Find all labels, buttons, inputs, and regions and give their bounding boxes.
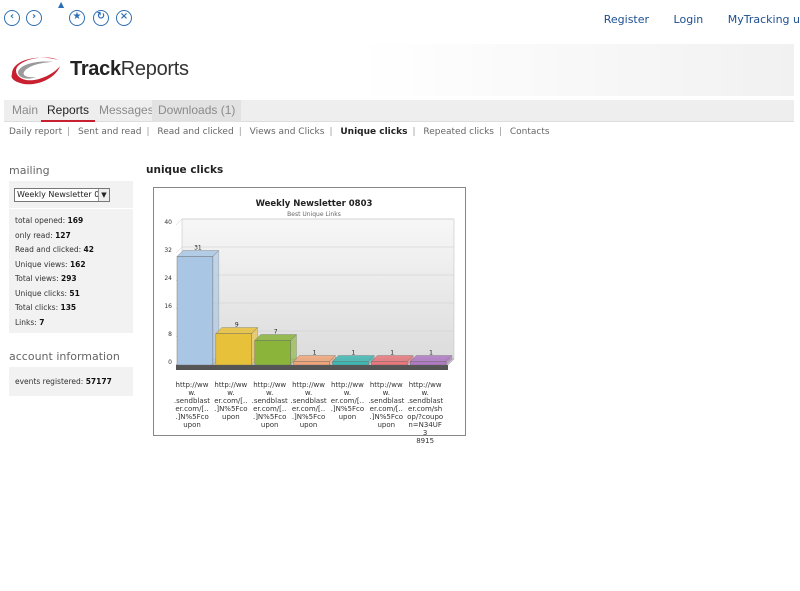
x-tick-label: http://www. er.com/[.. .]N%5Fco upon xyxy=(330,381,365,421)
mailing-title: mailing xyxy=(9,164,50,177)
caret-icon: ▲ xyxy=(58,0,65,9)
login-link[interactable]: Login xyxy=(674,13,704,26)
subnav-sent-and-read[interactable]: Sent and read xyxy=(78,127,141,137)
top-links: Register Login MyTracking u xyxy=(583,13,800,26)
grid-line xyxy=(175,246,183,254)
stat-unique-clicks: Unique clicks: 51 xyxy=(15,289,80,298)
bar-value-label: 1 xyxy=(351,350,355,357)
stat-read-and-clicked: Read and clicked: 42 xyxy=(15,245,94,254)
back-icon[interactable]: ‹ xyxy=(4,10,20,26)
y-tick-label: 8 xyxy=(168,331,172,338)
y-tick-label: 40 xyxy=(164,219,172,226)
report-subnav: Daily report | Sent and read | Read and cl… xyxy=(9,127,550,137)
bar xyxy=(409,361,447,366)
y-tick-label: 32 xyxy=(164,247,172,254)
bar-value-label: 1 xyxy=(313,350,317,357)
chart-title: Weekly Newsletter 0803 xyxy=(256,199,373,209)
bar xyxy=(293,361,330,366)
page-title: unique clicks xyxy=(146,164,224,176)
close-icon[interactable]: × xyxy=(116,10,132,26)
stat-total-views: Total views: 293 xyxy=(15,274,77,283)
bar xyxy=(176,256,214,366)
stat-total-clicks: Total clicks: 135 xyxy=(15,303,77,312)
mailing-select-value: Weekly Newsletter 0803 xyxy=(17,190,110,199)
tab-reports[interactable]: Reports xyxy=(41,100,96,122)
subnav-contacts[interactable]: Contacts xyxy=(510,127,550,137)
bar-value-label: 7 xyxy=(274,329,278,336)
subnav-views-and-clicks[interactable]: Views and Clicks xyxy=(250,127,325,137)
tab-downloads[interactable]: Downloads (1) xyxy=(152,100,242,122)
bar-value-label: 1 xyxy=(429,350,433,357)
stat-total-opened: total opened: 169 xyxy=(15,216,84,225)
y-tick-label: 16 xyxy=(164,303,172,310)
x-tick-label: http://www. .sendblast er.com/[.. .]N%5Fco u… xyxy=(368,381,405,429)
tab-main[interactable]: Main xyxy=(6,100,44,122)
brand-name[interactable]: TrackReports xyxy=(70,58,189,81)
forward-icon[interactable]: › xyxy=(26,10,42,26)
bar-value-label: 9 xyxy=(235,322,239,329)
main-tabs: Main Reports Messages Downloads (1) xyxy=(4,100,794,122)
refresh-icon[interactable]: ↻ xyxy=(93,10,109,26)
x-tick-label: http://www. .sendblast er.com/[.. .]N%5Fco u… xyxy=(290,381,327,429)
account-title: account information xyxy=(9,350,120,363)
y-tick-label: 24 xyxy=(164,275,172,282)
stat-events-registered: events registered: 57177 xyxy=(15,377,112,386)
mailing-select[interactable]: Weekly Newsletter 0803 ▼ xyxy=(14,188,110,202)
grid-line xyxy=(175,218,183,226)
favorite-icon[interactable]: ★ xyxy=(69,10,85,26)
bar-value-label: 1 xyxy=(390,350,394,357)
mytracking-link[interactable]: MyTracking u xyxy=(728,13,800,26)
mailing-panel: Weekly Newsletter 0803 ▼ total opened: 1… xyxy=(9,181,133,333)
stat-links: Links: 7 xyxy=(15,318,45,327)
x-tick-label: http://www. .sendblast er.com/sh op/?coupo n… xyxy=(407,381,444,445)
stat-unique-views: Unique views: 162 xyxy=(15,260,86,269)
bar xyxy=(215,333,252,366)
unique-clicks-chart: Weekly Newsletter 0803 Best Unique Links… xyxy=(153,187,466,445)
bar xyxy=(371,361,408,366)
x-axis-labels: http://www. .sendblast er.com/[.. .]N%5Fco u… xyxy=(173,381,454,445)
trackreports-logo-icon xyxy=(11,57,60,85)
register-link[interactable]: Register xyxy=(604,13,649,26)
x-tick-label: http://www. er.com/[.. .]N%5Fco upon xyxy=(214,381,248,421)
subnav-unique-clicks[interactable]: Unique clicks xyxy=(340,127,407,137)
bar-value-label: 31 xyxy=(194,245,202,252)
tab-messages[interactable]: Messages xyxy=(93,100,160,122)
account-panel: events registered: 57177 xyxy=(9,367,133,396)
subnav-daily-report[interactable]: Daily report xyxy=(9,127,62,137)
x-tick-label: http://www. .sendblast er.com/[.. .]N%5Fco u… xyxy=(173,381,211,429)
x-tick-label: http://www. .sendblast er.com/[.. .]N%5Fco u… xyxy=(251,381,288,429)
subnav-repeated-clicks[interactable]: Repeated clicks xyxy=(423,127,494,137)
top-toolbar: ‹ › ▲ ★ ↻ × Register Login MyTracking u xyxy=(0,0,800,37)
subnav-read-and-clicked[interactable]: Read and clicked xyxy=(157,127,233,137)
stat-only-read: only read: 127 xyxy=(15,231,71,240)
bar xyxy=(254,340,291,366)
chevron-down-icon[interactable]: ▼ xyxy=(98,189,109,201)
plot-floor-edge xyxy=(176,365,448,370)
bar xyxy=(332,361,369,366)
site-header: TrackReports xyxy=(4,44,794,96)
y-tick-label: 0 xyxy=(168,359,172,366)
chart-subtitle: Best Unique Links xyxy=(287,211,341,218)
